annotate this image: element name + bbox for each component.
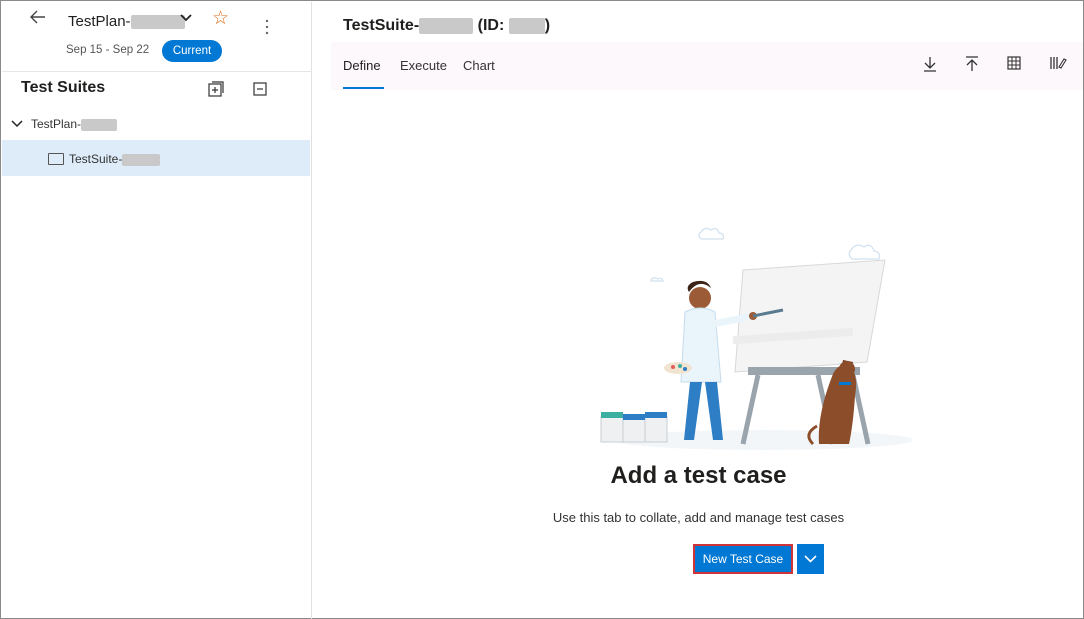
chevron-down-icon[interactable] (10, 117, 24, 131)
empty-state-subtitle: Use this tab to collate, add and manage … (552, 510, 845, 525)
plan-dates: Sep 15 - Sep 22 (66, 44, 150, 56)
grid-icon[interactable] (1006, 55, 1026, 75)
expand-all-icon[interactable] (207, 80, 229, 102)
suite-title: TestSuite- (ID: ) (343, 17, 551, 34)
test-suites-panel: TestPlan- ☆ Sep 15 - Sep 22 Current Test… (2, 2, 312, 619)
artist-illustration (600, 227, 913, 450)
more-options-icon[interactable] (264, 18, 276, 38)
current-badge: Current (162, 40, 222, 62)
app-window: TestPlan- ☆ Sep 15 - Sep 22 Current Test… (0, 0, 1084, 619)
active-tab-indicator (343, 87, 384, 89)
tree-item-suite[interactable]: TestSuite- (2, 140, 310, 176)
plan-name[interactable]: TestPlan- (68, 13, 185, 30)
tree-item-label: TestSuite- (69, 152, 161, 166)
tree-item-plan[interactable]: TestPlan- (2, 106, 310, 142)
suite-folder-icon (48, 153, 64, 165)
new-test-case-button[interactable]: New Test Case (693, 544, 793, 574)
empty-state-title: Add a test case (610, 462, 787, 489)
plan-name-label: TestPlan- (68, 13, 131, 30)
download-icon[interactable] (921, 55, 941, 75)
redacted-text (419, 17, 474, 34)
star-icon[interactable]: ☆ (212, 7, 229, 30)
collapse-all-icon[interactable] (251, 80, 273, 102)
redacted-text (81, 118, 118, 131)
tab-chart[interactable]: Chart (463, 58, 495, 73)
chevron-down-icon (804, 555, 817, 563)
plan-header: TestPlan- ☆ Sep 15 - Sep 22 Current (2, 2, 312, 72)
back-arrow-icon[interactable] (26, 8, 50, 32)
new-test-case-dropdown[interactable] (797, 544, 824, 574)
chevron-down-icon[interactable] (178, 10, 196, 30)
tab-bar: Define Execute Chart (331, 42, 1083, 90)
redacted-text (122, 153, 161, 166)
redacted-text (508, 17, 545, 34)
tree-item-label: TestPlan- (31, 117, 118, 131)
test-suites-title: Test Suites (21, 79, 106, 96)
tab-define[interactable]: Define (343, 58, 381, 73)
tab-execute[interactable]: Execute (400, 58, 447, 73)
upload-icon[interactable] (963, 55, 983, 75)
column-options-icon[interactable] (1049, 55, 1069, 75)
suite-detail-panel: TestSuite- (ID: ) Define Execute Chart A… (313, 2, 1084, 619)
redacted-text (130, 15, 185, 30)
